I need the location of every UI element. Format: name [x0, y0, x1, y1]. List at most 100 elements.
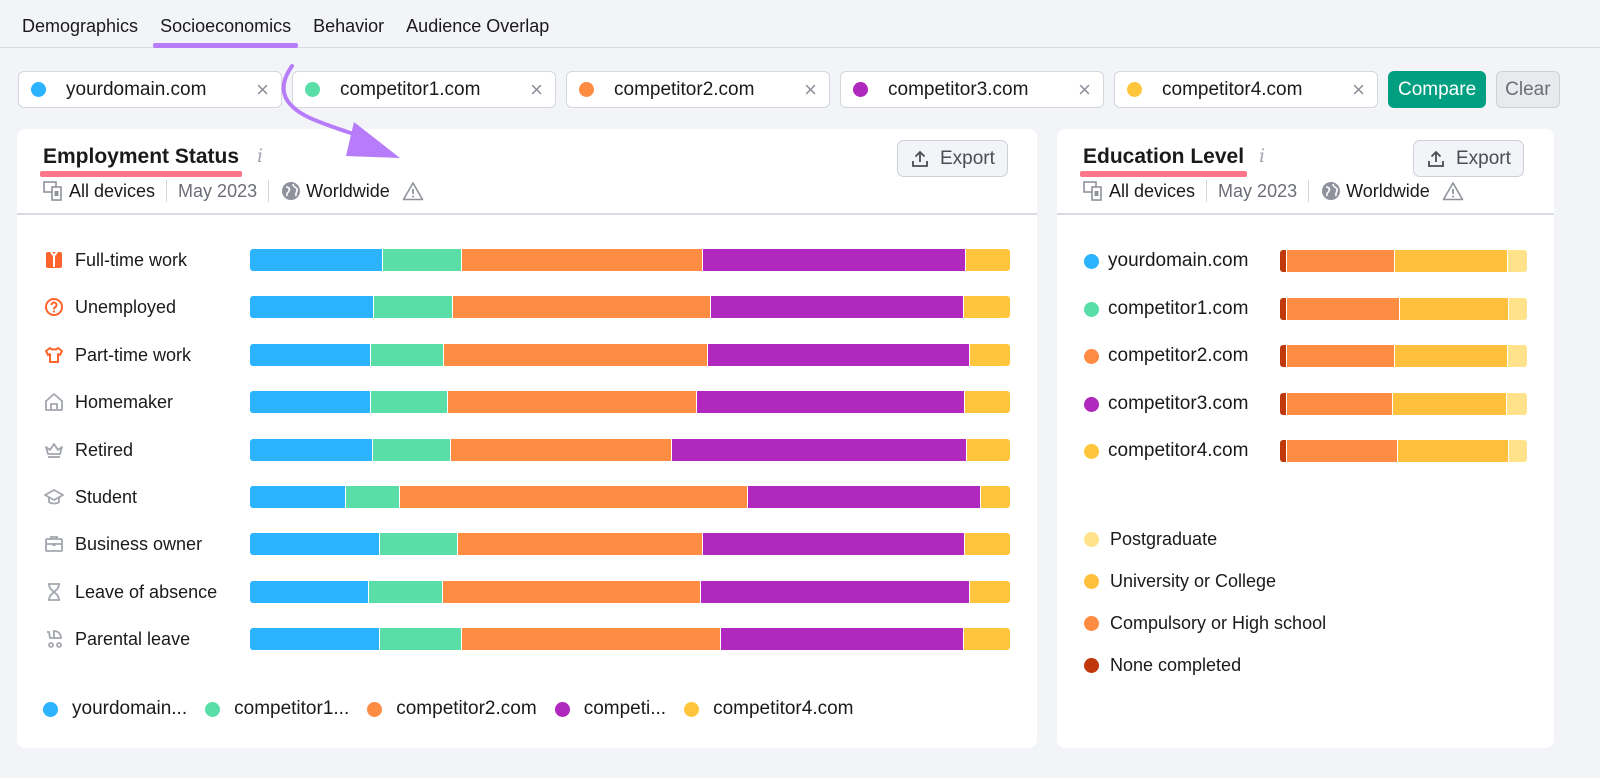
bar-segment-university-or-college[interactable]	[1394, 250, 1508, 272]
bar-segment-postgraduate[interactable]	[1508, 440, 1527, 463]
stacked-bar[interactable]	[250, 580, 1010, 603]
bar-segment-competitor2-com[interactable]	[443, 343, 708, 366]
bar-segment-competitor3-com[interactable]	[696, 391, 966, 414]
remove-domain-icon[interactable]: ×	[256, 78, 269, 101]
warning-icon[interactable]	[1442, 181, 1464, 201]
bar-segment-university-or-college[interactable]	[1392, 392, 1507, 415]
bar-segment-competitor4-com[interactable]	[963, 628, 1010, 651]
bar-segment-none-completed[interactable]	[1280, 297, 1287, 320]
bar-segment-competitor2-com[interactable]	[452, 296, 711, 319]
devices-filter[interactable]: All devices	[69, 181, 155, 202]
bar-segment-yourdomain-com[interactable]	[250, 343, 371, 366]
bar-segment-competitor2-com[interactable]	[443, 580, 701, 603]
bar-segment-compulsory-or-high-school[interactable]	[1286, 297, 1400, 320]
bar-segment-competitor3-com[interactable]	[702, 533, 966, 556]
clear-button[interactable]: Clear	[1496, 71, 1560, 108]
bar-segment-none-completed[interactable]	[1280, 440, 1287, 463]
bar-segment-yourdomain-com[interactable]	[250, 533, 380, 556]
legend-item[interactable]: competitor4.com	[684, 698, 854, 720]
bar-segment-compulsory-or-high-school[interactable]	[1286, 250, 1395, 272]
date-filter[interactable]: May 2023	[178, 181, 257, 202]
bar-segment-postgraduate[interactable]	[1508, 297, 1527, 320]
bar-segment-competitor4-com[interactable]	[963, 296, 1010, 319]
bar-segment-compulsory-or-high-school[interactable]	[1286, 345, 1395, 368]
stacked-bar[interactable]	[1280, 392, 1527, 415]
bar-segment-postgraduate[interactable]	[1506, 392, 1527, 415]
tab-socioeconomics[interactable]: Socioeconomics	[153, 16, 299, 48]
remove-domain-icon[interactable]: ×	[1352, 78, 1365, 101]
stacked-bar[interactable]	[250, 438, 1010, 461]
stacked-bar[interactable]	[250, 628, 1010, 651]
bar-segment-competitor3-com[interactable]	[707, 343, 970, 366]
stacked-bar[interactable]	[1280, 297, 1527, 320]
domain-chip-competitor1[interactable]: competitor1.com ×	[292, 71, 556, 108]
bar-segment-none-completed[interactable]	[1280, 345, 1287, 368]
domain-chip-competitor3[interactable]: competitor3.com ×	[840, 71, 1104, 108]
bar-segment-yourdomain-com[interactable]	[250, 628, 380, 651]
bar-segment-competitor4-com[interactable]	[965, 249, 1010, 271]
domain-chip-competitor2[interactable]: competitor2.com ×	[566, 71, 830, 108]
bar-segment-competitor2-com[interactable]	[458, 533, 703, 556]
legend-item[interactable]: competitor2.com	[367, 698, 537, 720]
bar-segment-university-or-college[interactable]	[1394, 345, 1508, 368]
stacked-bar[interactable]	[250, 391, 1010, 414]
info-icon[interactable]: i	[1259, 145, 1265, 167]
compare-button[interactable]: Compare	[1388, 71, 1487, 108]
stacked-bar[interactable]	[250, 249, 1010, 271]
bar-segment-yourdomain-com[interactable]	[250, 438, 373, 461]
bar-segment-competitor1-com[interactable]	[372, 438, 452, 461]
legend-item[interactable]: Compulsory or High school	[1084, 602, 1326, 644]
region-filter[interactable]: Worldwide	[1346, 181, 1430, 202]
bar-segment-competitor1-com[interactable]	[369, 580, 444, 603]
bar-segment-competitor4-com[interactable]	[981, 486, 1010, 508]
stacked-bar[interactable]	[250, 343, 1010, 366]
legend-item[interactable]: None completed	[1084, 644, 1326, 686]
bar-segment-compulsory-or-high-school[interactable]	[1286, 392, 1393, 415]
stacked-bar[interactable]	[250, 486, 1010, 508]
legend-item[interactable]: competi...	[554, 698, 666, 720]
bar-segment-university-or-college[interactable]	[1399, 297, 1509, 320]
warning-icon[interactable]	[402, 181, 424, 201]
bar-segment-yourdomain-com[interactable]	[250, 580, 370, 603]
bar-segment-competitor4-com[interactable]	[969, 580, 1010, 603]
bar-segment-competitor3-com[interactable]	[710, 296, 964, 319]
bar-segment-competitor1-com[interactable]	[379, 533, 459, 556]
bar-segment-none-completed[interactable]	[1280, 392, 1287, 415]
legend-item[interactable]: University or College	[1084, 560, 1326, 602]
stacked-bar[interactable]	[250, 533, 1010, 556]
legend-item[interactable]: Postgraduate	[1084, 518, 1326, 560]
date-filter[interactable]: May 2023	[1218, 181, 1297, 202]
legend-item[interactable]: yourdomain...	[43, 698, 187, 720]
bar-segment-yourdomain-com[interactable]	[250, 249, 383, 271]
bar-segment-competitor1-com[interactable]	[345, 486, 400, 508]
domain-chip-yourdomain[interactable]: yourdomain.com ×	[18, 71, 282, 108]
bar-segment-competitor1-com[interactable]	[370, 343, 444, 366]
devices-filter[interactable]: All devices	[1109, 181, 1195, 202]
export-button[interactable]: Export	[1413, 140, 1524, 177]
bar-segment-competitor2-com[interactable]	[462, 249, 703, 271]
stacked-bar[interactable]	[1280, 345, 1527, 368]
bar-segment-competitor4-com[interactable]	[966, 438, 1010, 461]
bar-segment-university-or-college[interactable]	[1397, 440, 1509, 463]
bar-segment-compulsory-or-high-school[interactable]	[1286, 440, 1398, 463]
bar-segment-competitor1-com[interactable]	[373, 296, 453, 319]
tab-audience-overlap[interactable]: Audience Overlap	[402, 16, 553, 47]
remove-domain-icon[interactable]: ×	[530, 78, 543, 101]
bar-segment-competitor4-com[interactable]	[969, 343, 1010, 366]
bar-segment-competitor3-com[interactable]	[720, 628, 964, 651]
bar-segment-competitor1-com[interactable]	[379, 628, 462, 651]
bar-segment-competitor2-com[interactable]	[447, 391, 697, 414]
bar-segment-competitor2-com[interactable]	[451, 438, 673, 461]
stacked-bar[interactable]	[250, 296, 1010, 319]
bar-segment-yourdomain-com[interactable]	[250, 296, 374, 319]
bar-segment-competitor3-com[interactable]	[672, 438, 967, 461]
bar-segment-yourdomain-com[interactable]	[250, 486, 346, 508]
region-filter[interactable]: Worldwide	[306, 181, 390, 202]
bar-segment-none-completed[interactable]	[1280, 250, 1287, 272]
bar-segment-competitor3-com[interactable]	[700, 580, 970, 603]
bar-segment-competitor2-com[interactable]	[461, 628, 721, 651]
bar-segment-yourdomain-com[interactable]	[250, 391, 371, 414]
bar-segment-competitor3-com[interactable]	[702, 249, 966, 271]
info-icon[interactable]: i	[257, 145, 263, 167]
export-button[interactable]: Export	[897, 140, 1008, 177]
